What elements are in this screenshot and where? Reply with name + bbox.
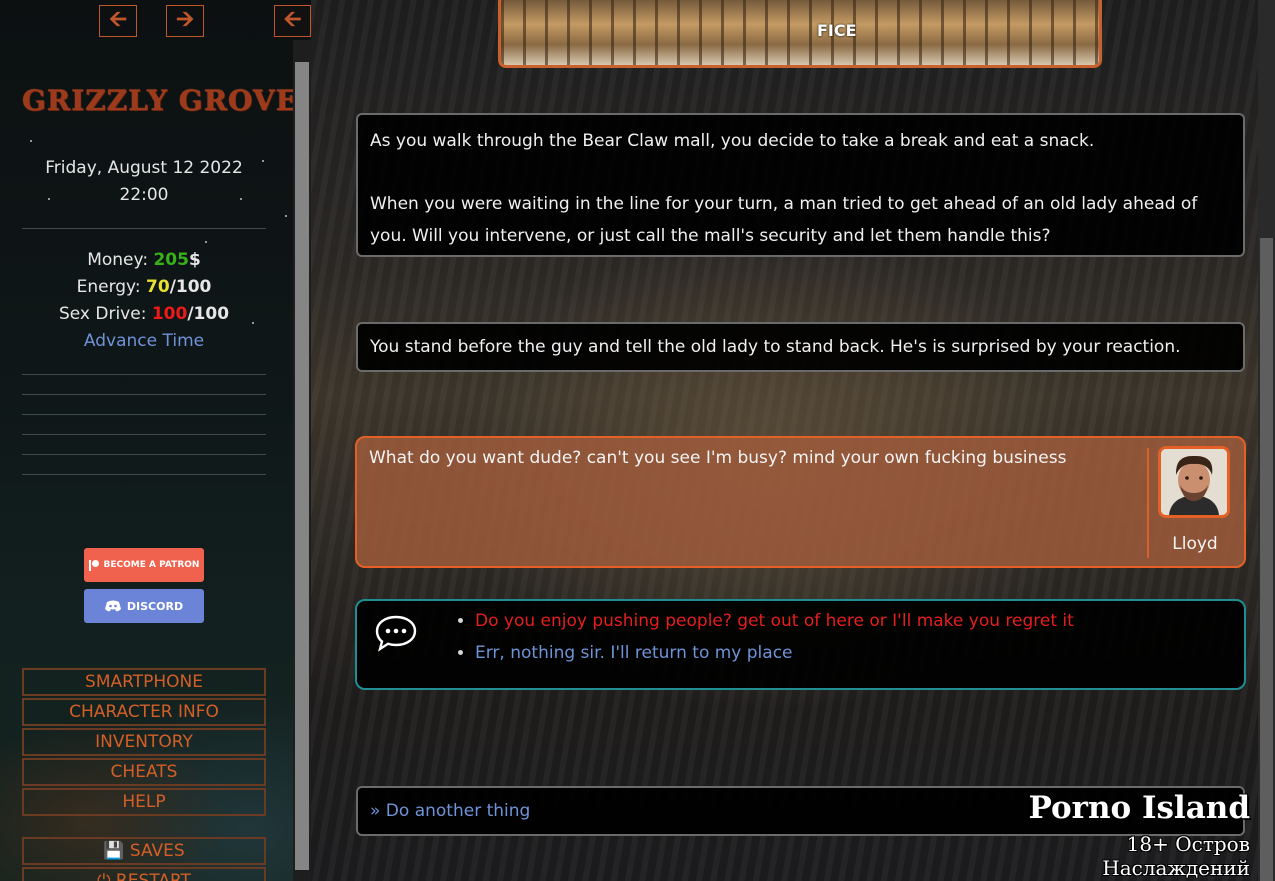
choice-item: Do you enjoy pushing people? get out of … — [475, 605, 1074, 637]
arrow-left-icon: 🡨 — [283, 7, 302, 32]
discord-button[interactable]: DISCORD — [84, 589, 204, 623]
choice-passive-link[interactable]: Err, nothing sir. I'll return to my plac… — [475, 643, 793, 663]
menu-smartphone[interactable]: SMARTPHONE — [22, 668, 266, 696]
star-decoration — [205, 241, 207, 243]
restart-button[interactable]: ⏻ RESTART — [22, 867, 266, 881]
divider — [22, 228, 266, 229]
sidebar-scrollbar-thumb[interactable] — [295, 62, 309, 870]
dialogue-box: What do you want dude? can't you see I'm… — [355, 436, 1246, 568]
narration-paragraph: As you walk through the Bear Claw mall, … — [370, 131, 1095, 151]
forward-button[interactable]: 🡪 — [166, 5, 204, 37]
energy-stat: Energy: 70/100 — [22, 277, 266, 297]
money-unit: $ — [188, 250, 201, 270]
power-icon: ⏻ — [97, 871, 111, 881]
choices-box: Do you enjoy pushing people? get out of … — [355, 599, 1246, 690]
choice-aggressive-link[interactable]: Do you enjoy pushing people? get out of … — [475, 611, 1074, 631]
discord-label: DISCORD — [126, 599, 184, 613]
saves-label: SAVES — [129, 841, 185, 861]
sidebar: 🡨 🡪 GRIZZLY GROVE Friday, August 12 2022… — [0, 0, 311, 881]
divider — [22, 374, 266, 375]
star-decoration — [285, 215, 287, 217]
sexdrive-label: Sex Drive: — [58, 304, 152, 324]
speech-bubble-icon — [375, 615, 417, 652]
saves-button[interactable]: 💾 SAVES — [22, 837, 266, 865]
divider — [22, 394, 266, 395]
lloyd-portrait — [1161, 449, 1227, 515]
patreon-icon — [88, 559, 99, 571]
dialogue-text: What do you want dude? can't you see I'm… — [369, 448, 1067, 468]
main-scrollbar-thumb[interactable] — [1260, 238, 1273, 881]
patron-label: BECOME A PATRON — [103, 560, 200, 570]
star-decoration — [30, 140, 32, 142]
menu-cheats[interactable]: CHEATS — [22, 758, 266, 786]
narration-paragraph: When you were waiting in the line for yo… — [370, 194, 1198, 246]
restart-label: RESTART — [115, 871, 191, 881]
time-label: 22:00 — [119, 185, 169, 205]
back-button[interactable]: 🡨 — [99, 5, 137, 37]
discord-icon — [104, 600, 121, 612]
menu-character-info[interactable]: CHARACTER INFO — [22, 698, 266, 726]
sidebar-scrollbar[interactable] — [293, 40, 311, 881]
sexdrive-max: /100 — [187, 304, 230, 324]
choice-list: Do you enjoy pushing people? get out of … — [457, 605, 1074, 669]
energy-label: Energy: — [76, 277, 147, 297]
money-label: Money: — [87, 250, 154, 270]
date-label: Friday, August 12 2022 — [45, 158, 243, 178]
menu-inventory[interactable]: INVENTORY — [22, 728, 266, 756]
narration-box: You stand before the guy and tell the ol… — [356, 322, 1245, 372]
mall-sign-text: FICE — [817, 21, 857, 40]
watermark-subtitle: 18+ Остров Наслаждений — [1102, 832, 1250, 880]
menu-help[interactable]: HELP — [22, 788, 266, 816]
advance-time-link[interactable]: Advance Time — [22, 331, 266, 351]
divider — [22, 434, 266, 435]
energy-value: 70 — [146, 277, 170, 297]
speaker-name: Lloyd — [1172, 534, 1218, 554]
floppy-disk-icon: 💾 — [103, 841, 125, 861]
divider — [22, 454, 266, 455]
collapse-sidebar-button[interactable]: 🡨 — [274, 5, 311, 37]
money-stat: Money: 205$ — [22, 250, 266, 270]
dialogue-divider — [1147, 448, 1149, 558]
arrow-left-icon: 🡨 — [109, 7, 127, 32]
avatar — [1158, 446, 1230, 518]
energy-max: /100 — [169, 277, 212, 297]
narration-box: As you walk through the Bear Claw mall, … — [356, 113, 1245, 257]
mall-scene-image: FICE — [498, 0, 1102, 68]
sexdrive-value: 100 — [151, 304, 188, 324]
become-patron-button[interactable]: BECOME A PATRON — [84, 548, 204, 582]
divider — [22, 474, 266, 475]
divider — [22, 414, 266, 415]
narration-paragraph: You stand before the guy and tell the ol… — [370, 337, 1181, 357]
main-scrollbar[interactable] — [1258, 0, 1275, 881]
choice-item: Err, nothing sir. I'll return to my plac… — [475, 637, 1074, 669]
game-title: GRIZZLY GROVE — [22, 84, 298, 117]
arrow-right-icon: 🡪 — [176, 7, 194, 32]
money-value: 205 — [153, 250, 189, 270]
sexdrive-stat: Sex Drive: 100/100 — [22, 304, 266, 324]
watermark-title: Porno Island — [1028, 790, 1250, 826]
